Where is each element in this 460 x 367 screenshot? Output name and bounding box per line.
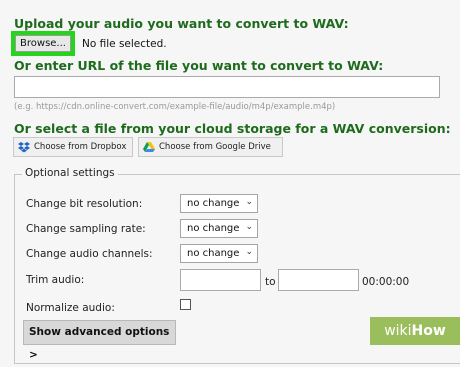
trim-to-label: to (265, 276, 276, 288)
trim-end-time: 00:00:00 (362, 276, 410, 288)
watermark-prefix: wiki (384, 323, 412, 339)
browse-button[interactable]: Browse... (15, 35, 71, 52)
audio-channels-value: no change (187, 248, 240, 259)
trim-end-input[interactable] (278, 269, 359, 291)
bit-resolution-value: no change (187, 198, 240, 209)
cloud-heading: Or select a file from your cloud storage… (14, 121, 451, 136)
url-heading: Or enter URL of the file you want to con… (14, 58, 384, 73)
trim-audio-label: Trim audio: (26, 274, 85, 286)
choose-from-dropbox-button[interactable]: Choose from Dropbox (13, 137, 133, 157)
file-status-text: No file selected. (82, 38, 167, 50)
optional-settings-legend: Optional settings (22, 167, 118, 179)
wikihow-watermark: wikiHow (370, 317, 460, 345)
chevron-down-icon: ⌄ (245, 247, 253, 257)
upload-heading: Upload your audio you want to convert to… (14, 16, 349, 31)
dropbox-button-label: Choose from Dropbox (34, 142, 127, 152)
google-drive-button-label: Choose from Google Drive (159, 142, 271, 152)
sampling-rate-value: no change (187, 223, 240, 234)
trim-start-input[interactable] (180, 269, 261, 291)
normalize-audio-label: Normalize audio: (26, 302, 115, 314)
show-advanced-options-button[interactable]: Show advanced options > (23, 320, 176, 361)
bit-resolution-label: Change bit resolution: (26, 198, 143, 210)
google-drive-icon (143, 141, 155, 153)
chevron-down-icon: ⌄ (245, 197, 253, 207)
audio-channels-label: Change audio channels: (26, 248, 153, 260)
choose-from-google-drive-button[interactable]: Choose from Google Drive (138, 137, 283, 157)
watermark-suffix: How (411, 323, 446, 339)
url-example-hint: (e.g. https://cdn.online-convert.com/exa… (14, 102, 336, 112)
url-input[interactable] (14, 76, 440, 98)
audio-channels-select[interactable]: no change ⌄ (180, 244, 258, 263)
sampling-rate-label: Change sampling rate: (26, 223, 146, 235)
bit-resolution-select[interactable]: no change ⌄ (180, 194, 258, 213)
sampling-rate-select[interactable]: no change ⌄ (180, 219, 258, 238)
dropbox-icon (18, 141, 30, 153)
chevron-down-icon: ⌄ (245, 222, 253, 232)
normalize-audio-checkbox[interactable] (180, 299, 191, 310)
